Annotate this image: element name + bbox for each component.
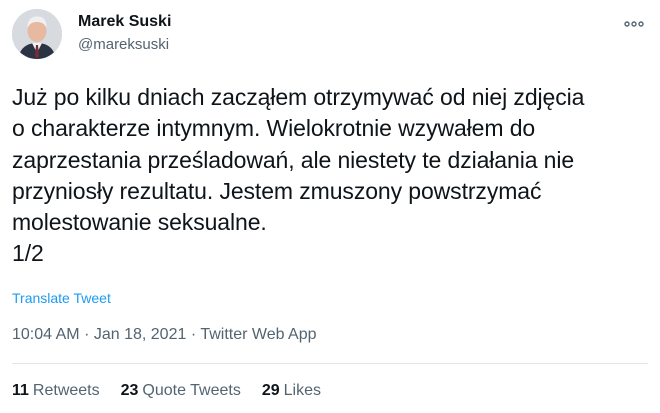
- tweet-text-line: molestowanie seksualne.: [12, 209, 267, 236]
- divider: [12, 363, 648, 364]
- tweet-time[interactable]: 10:04 AM: [12, 326, 80, 343]
- avatar-photo: [12, 9, 62, 59]
- tweet-stats: 11 Retweets 23 Quote Tweets 29 Likes: [12, 382, 342, 400]
- quote-tweets-label: Quote Tweets: [142, 382, 241, 399]
- avatar[interactable]: [12, 9, 62, 59]
- retweets-label: Retweets: [32, 382, 100, 399]
- translate-tweet-link[interactable]: Translate Tweet: [12, 290, 111, 306]
- meta-separator: ·: [190, 326, 201, 343]
- tweet-text-line: przyniosły rezultatu. Jestem zmuszony po…: [12, 177, 542, 204]
- likes-stat[interactable]: 29 Likes: [262, 382, 321, 400]
- meta-separator: ·: [84, 326, 94, 343]
- retweets-count: 11: [12, 382, 29, 399]
- more-options-button[interactable]: [620, 14, 648, 34]
- more-horizontal-icon: [624, 21, 644, 27]
- tweet-text-line: 1/2: [12, 240, 44, 267]
- tweet-date[interactable]: Jan 18, 2021: [94, 326, 187, 343]
- quote-tweets-count: 23: [120, 382, 139, 399]
- likes-count: 29: [261, 382, 280, 399]
- tweet-text-line: zaprzestania prześladowań, ale niestety …: [12, 146, 575, 173]
- tweet-meta: 10:04 AM · Jan 18, 2021 · Twitter Web Ap…: [12, 326, 317, 344]
- author-name[interactable]: Marek Suski: [78, 13, 171, 31]
- likes-label: Likes: [283, 382, 322, 399]
- tweet-source[interactable]: Twitter Web App: [200, 326, 316, 343]
- tweet-text-line: o charakterze intymnym. Wielokrotnie wzy…: [12, 115, 536, 142]
- author-handle[interactable]: @mareksuski: [78, 36, 169, 53]
- retweets-stat[interactable]: 11 Retweets: [12, 382, 100, 400]
- tweet-text-line: Już po kilku dniach zacząłem otrzymywać …: [12, 84, 585, 110]
- quote-tweets-stat[interactable]: 23 Quote Tweets: [121, 382, 241, 400]
- tweet-text: Już po kilku dniach zacząłem otrzymywać …: [12, 82, 642, 270]
